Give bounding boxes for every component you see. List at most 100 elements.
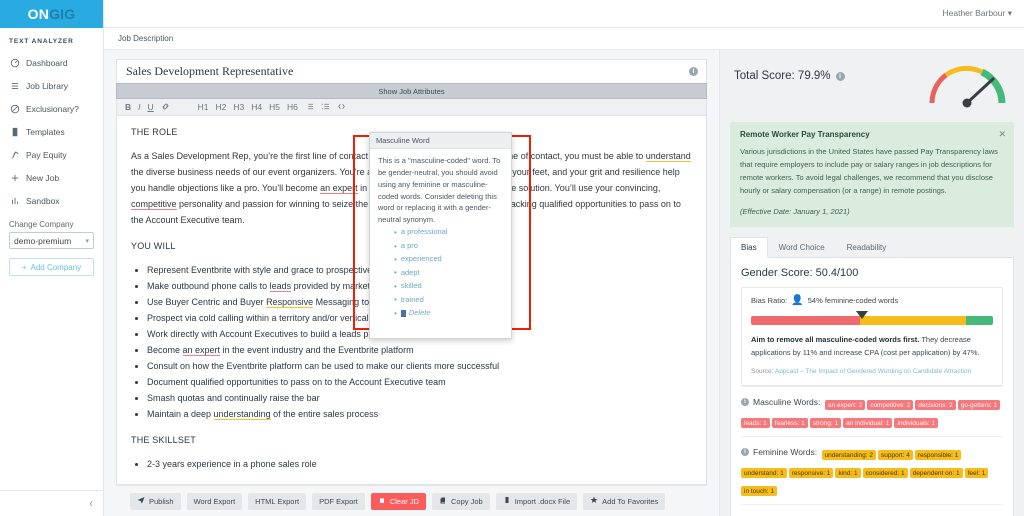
word-export-button[interactable]: Word Export: [187, 493, 243, 510]
publish-button[interactable]: Publish: [130, 493, 181, 510]
bias-ratio-value: 54% feminine-coded words: [808, 296, 898, 305]
masculine-word-chip[interactable]: individuals: 1: [894, 418, 938, 428]
top-bar: Heather Barbour ▾: [104, 0, 1024, 28]
exclusionary-words-row: i Exclusionary Words? maternity: 1: [741, 504, 1003, 516]
user-menu[interactable]: Heather Barbour ▾: [943, 8, 1013, 19]
h5-button[interactable]: H5: [269, 102, 280, 112]
masculine-word-chip[interactable]: an expert: 2: [825, 400, 865, 410]
info-icon[interactable]: i: [741, 448, 749, 456]
sidebar-item-label: Sandbox: [26, 196, 60, 206]
sidebar-item-pay-equity[interactable]: Pay Equity: [0, 143, 103, 166]
plus-icon: +: [22, 263, 27, 272]
gender-score: Gender Score: 50.4/100: [741, 267, 1003, 279]
masculine-word-chip[interactable]: competitive: 2: [867, 400, 913, 410]
add-to-favorites-button[interactable]: Add To Favorites: [583, 493, 665, 510]
feminine-coded-word[interactable]: Responsive: [266, 297, 313, 308]
h6-button[interactable]: H6: [287, 102, 298, 112]
h4-button[interactable]: H4: [251, 102, 262, 112]
show-job-attributes-button[interactable]: Show Job Attributes: [116, 83, 707, 99]
feminine-word-chip[interactable]: kind: 1: [835, 468, 860, 478]
feminine-word-chip[interactable]: understand: 1: [741, 468, 787, 478]
feminine-word-chip[interactable]: support: 4: [878, 450, 913, 460]
bullet-part: Smash quotas and continually raise the b…: [147, 393, 320, 403]
clear-jd-button[interactable]: Clear JD: [371, 493, 426, 510]
suggestion-item[interactable]: adept: [394, 266, 503, 279]
bullet-list-icon[interactable]: [305, 102, 314, 113]
italic-button[interactable]: I: [138, 102, 140, 112]
suggestion-item[interactable]: experienced: [394, 253, 503, 266]
trash-icon: [378, 496, 386, 506]
send-icon: [137, 496, 145, 506]
total-score-row: Total Score: 79.9% i: [730, 59, 1014, 122]
masculine-coded-word[interactable]: an expert: [183, 345, 221, 356]
feminine-word-chip[interactable]: responsive: 1: [789, 468, 834, 478]
bias-needle-icon: [856, 311, 868, 319]
h2-button[interactable]: H2: [216, 102, 227, 112]
sidebar-item-exclusionary[interactable]: Exclusionary?: [0, 97, 103, 120]
sidebar-collapse-button[interactable]: ‹: [0, 490, 103, 516]
masculine-coded-word[interactable]: competitive: [131, 199, 177, 210]
masculine-coded-word[interactable]: an expert: [320, 183, 358, 194]
word-suggestion-popover[interactable]: Masculine Word This is a "masculine-code…: [369, 132, 512, 339]
pdf-export-button[interactable]: PDF Export: [312, 493, 365, 510]
bold-button[interactable]: B: [125, 102, 131, 112]
numbered-list-icon[interactable]: [321, 102, 330, 113]
h3-button[interactable]: H3: [233, 102, 244, 112]
close-icon[interactable]: ✕: [998, 129, 1006, 140]
main-area: Heather Barbour ▾ Job Description Sales …: [104, 0, 1024, 516]
suggestion-item[interactable]: trained: [394, 293, 503, 306]
company-select[interactable]: demo-premium ▾: [9, 232, 94, 249]
code-icon[interactable]: [337, 102, 346, 113]
feminine-word-chip[interactable]: in touch: 1: [741, 486, 777, 496]
h1-button[interactable]: H1: [198, 102, 209, 112]
bullet-part: Consult on how the Eventbrite platform c…: [147, 361, 499, 371]
feminine-word-chip[interactable]: responsible: 1: [915, 450, 961, 460]
list-item: Document qualified opportunities to pass…: [147, 374, 692, 390]
feminine-coded-word[interactable]: understand: [646, 151, 691, 162]
masculine-word-chip[interactable]: fearless: 1: [772, 418, 808, 428]
feminine-word-chip[interactable]: dependent on: 1: [910, 468, 963, 478]
aim-bold: Aim to remove all masculine-coded words …: [751, 335, 919, 344]
job-description-document[interactable]: THE ROLE As a Sales Development Rep, you…: [116, 116, 707, 485]
delete-word-button[interactable]: Delete: [394, 307, 503, 320]
tab-bias[interactable]: Bias: [730, 237, 768, 258]
feminine-word-chip[interactable]: understanding: 2: [822, 450, 876, 460]
sidebar-item-job-library[interactable]: Job Library: [0, 74, 103, 97]
job-title-field[interactable]: Sales Development Representative i: [116, 59, 707, 83]
sidebar-item-dashboard[interactable]: Dashboard: [0, 51, 103, 74]
source-link[interactable]: Appcast – The Impact of Gendered Wording…: [775, 368, 971, 375]
suggestion-item[interactable]: a pro: [394, 240, 503, 253]
suggestion-item[interactable]: a professional: [394, 226, 503, 239]
masculine-word-chip[interactable]: leads: 1: [741, 418, 770, 428]
import-docx-file-button[interactable]: Import .docx File: [496, 493, 577, 510]
masculine-coded-word[interactable]: leads: [270, 281, 292, 292]
underline-button[interactable]: U: [148, 102, 154, 112]
info-icon[interactable]: i: [689, 67, 698, 76]
sidebar-item-new-job[interactable]: New Job: [0, 166, 103, 189]
bullet-part: of the entire sales process: [271, 409, 379, 419]
feminine-coded-word[interactable]: understanding: [214, 409, 271, 420]
html-export-button[interactable]: HTML Export: [248, 493, 306, 510]
button-label: Publish: [149, 497, 174, 506]
feminine-word-chip[interactable]: feel: 1: [965, 468, 989, 478]
sidebar-item-templates[interactable]: Templates: [0, 120, 103, 143]
masculine-word-chip[interactable]: an individual: 1: [843, 418, 892, 428]
document-icon: [9, 126, 20, 137]
link-icon[interactable]: [161, 102, 170, 113]
ongig-logo[interactable]: ONGIG: [0, 0, 103, 28]
masculine-word-chip[interactable]: decisions: 2: [915, 400, 955, 410]
copy-job-button[interactable]: Copy Job: [432, 493, 490, 510]
info-icon[interactable]: i: [741, 398, 749, 406]
tab-word-choice[interactable]: Word Choice: [768, 237, 836, 258]
info-icon[interactable]: i: [836, 72, 845, 81]
add-company-button[interactable]: + Add Company: [9, 258, 94, 276]
exclusionary-chips: maternity: 1: [837, 512, 879, 516]
tab-readability[interactable]: Readability: [836, 237, 898, 258]
masculine-word-chip[interactable]: go-getters: 1: [958, 400, 1001, 410]
suggestion-item[interactable]: skilled: [394, 280, 503, 293]
feminine-word-chip[interactable]: considered: 1: [863, 468, 908, 478]
copy-icon: [439, 496, 447, 506]
masculine-word-chip[interactable]: strong: 1: [810, 418, 841, 428]
bullet-part: Make outbound phone calls to: [147, 281, 270, 291]
sidebar-item-sandbox[interactable]: Sandbox: [0, 189, 103, 212]
